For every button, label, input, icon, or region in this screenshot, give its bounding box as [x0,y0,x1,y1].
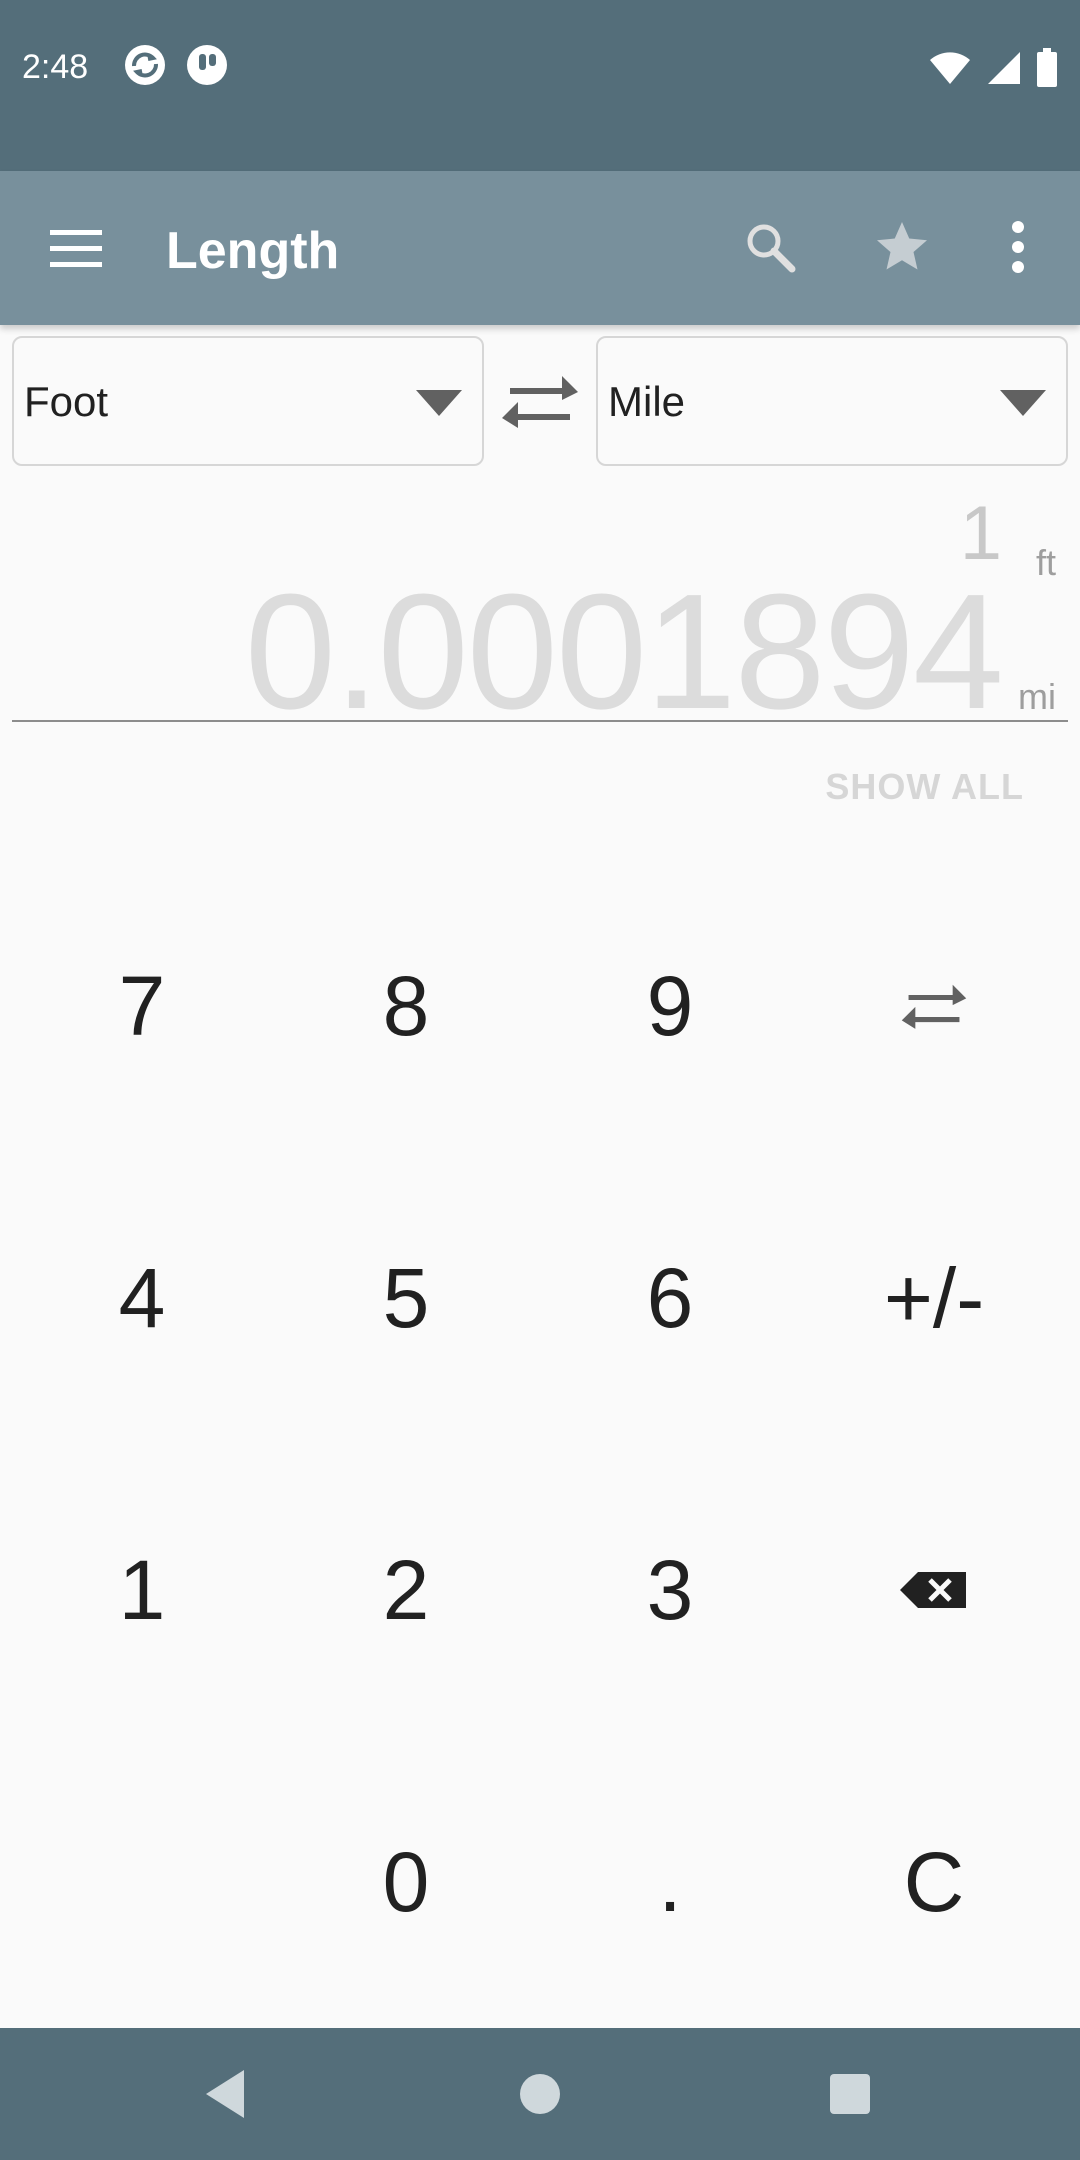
key-decimal[interactable]: . [538,1736,802,2028]
menu-icon[interactable] [40,218,112,278]
key-backspace[interactable] [802,1444,1066,1736]
key-swap[interactable] [802,860,1066,1152]
swap-units-icon[interactable] [500,368,580,434]
key-clear[interactable]: C [802,1736,1066,2028]
app-bar: Length [0,171,1080,325]
display-divider [12,720,1068,722]
recents-icon[interactable] [820,2064,880,2124]
chevron-down-icon [416,390,462,416]
more-vert-icon [1012,221,1024,273]
back-icon[interactable] [196,2064,256,2124]
key-5[interactable]: 5 [274,1152,538,1444]
key-7[interactable]: 7 [10,860,274,1152]
favorite-button[interactable] [866,211,938,283]
navigation-bar [0,2028,1080,2160]
key-6[interactable]: 6 [538,1152,802,1444]
wifi-icon [930,52,970,84]
to-unit-label: Mile [608,378,686,425]
chevron-down-icon [1000,390,1046,416]
status-indicators [928,48,1058,88]
signal-icon [988,52,1020,84]
key-8[interactable]: 8 [274,860,538,1152]
page-title: Length [166,222,340,280]
key-0[interactable]: 0 [274,1736,538,2028]
result-value: 0.0001894 [244,560,1004,743]
search-button[interactable] [734,211,806,283]
key-2[interactable]: 2 [274,1444,538,1736]
input-unit: ft [1035,542,1056,583]
key-4[interactable]: 4 [10,1152,274,1444]
key-1[interactable]: 1 [10,1444,274,1736]
app-icon-2 [187,45,227,85]
star-icon [877,222,927,270]
more-options-button[interactable] [982,211,1054,283]
key-plus-minus[interactable]: +/- [802,1152,1066,1444]
swap-icon [901,984,967,1029]
show-all-button[interactable]: SHOW ALL [825,766,1024,808]
key-3[interactable]: 3 [538,1444,802,1736]
home-icon[interactable] [510,2064,570,2124]
battery-icon [1037,48,1057,87]
backspace-icon [900,1572,966,1608]
search-icon [747,224,796,273]
key-9[interactable]: 9 [538,860,802,1152]
from-unit-dropdown[interactable]: Foot [12,336,484,466]
to-unit-dropdown[interactable]: Mile [596,336,1068,466]
from-unit-label: Foot [24,378,109,425]
result-unit: mi [1018,676,1056,717]
status-time: 2:48 [22,48,89,86]
app-icon-1 [125,45,165,85]
status-bar: 2:48 [0,0,1080,171]
